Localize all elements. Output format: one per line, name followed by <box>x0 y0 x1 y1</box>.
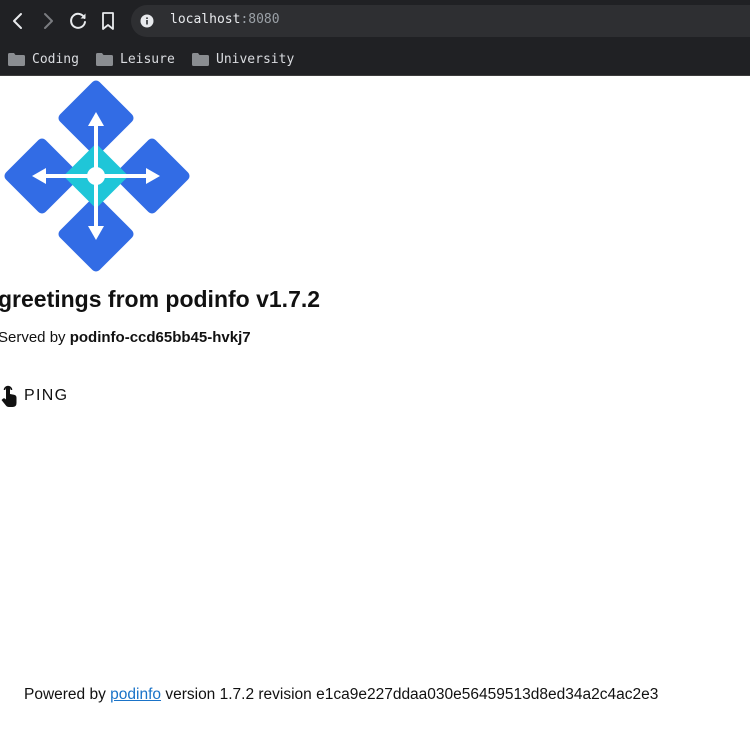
folder-icon <box>96 52 113 66</box>
url-port: :8080 <box>240 12 280 27</box>
bookmark-label: Coding <box>32 51 79 67</box>
podinfo-logo <box>4 80 190 272</box>
url-host: localhost <box>170 12 241 27</box>
address-bar[interactable]: localhost:8080 <box>131 5 750 37</box>
page-content: greetings from podinfo v1.7.2 Served by … <box>0 76 750 732</box>
bookmark-university[interactable]: University <box>192 48 294 70</box>
bookmark-label: University <box>216 51 295 67</box>
bookmarks-bar: Coding Leisure University <box>0 42 750 76</box>
bookmark-icon <box>102 12 114 30</box>
footer-prefix: Powered by <box>24 686 111 703</box>
browser-toolbar: localhost:8080 <box>0 0 750 42</box>
forward-button[interactable] <box>36 9 60 33</box>
back-button[interactable] <box>6 9 30 33</box>
arrow-left-icon <box>13 13 22 29</box>
bookmark-page-button[interactable] <box>96 9 120 33</box>
ping-button[interactable]: PING <box>0 382 74 410</box>
page-title: greetings from podinfo v1.7.2 <box>0 286 321 312</box>
served-by-text: Served by podinfo-ccd65bb45-hvkj7 <box>0 329 251 346</box>
arrow-right-icon <box>44 13 53 29</box>
served-by-label: Served by <box>0 329 70 346</box>
podinfo-link[interactable]: podinfo <box>110 686 161 703</box>
footer-version: version 1.7.2 revision e1ca9e227ddaa030e… <box>161 686 659 703</box>
folder-icon <box>8 52 25 66</box>
info-icon[interactable] <box>140 14 154 28</box>
pod-name: podinfo-ccd65bb45-hvkj7 <box>69 329 251 346</box>
url-text: localhost:8080 <box>170 12 280 27</box>
bookmark-coding[interactable]: Coding <box>8 48 79 70</box>
footer: Powered by podinfo version 1.7.2 revisio… <box>24 686 658 704</box>
reload-icon <box>70 12 86 29</box>
bookmark-leisure[interactable]: Leisure <box>96 48 175 70</box>
touch-hand-icon <box>1 385 17 407</box>
folder-icon <box>192 52 209 66</box>
ping-label: PING <box>24 387 69 404</box>
reload-button[interactable] <box>66 9 90 33</box>
bookmark-label: Leisure <box>120 51 175 67</box>
